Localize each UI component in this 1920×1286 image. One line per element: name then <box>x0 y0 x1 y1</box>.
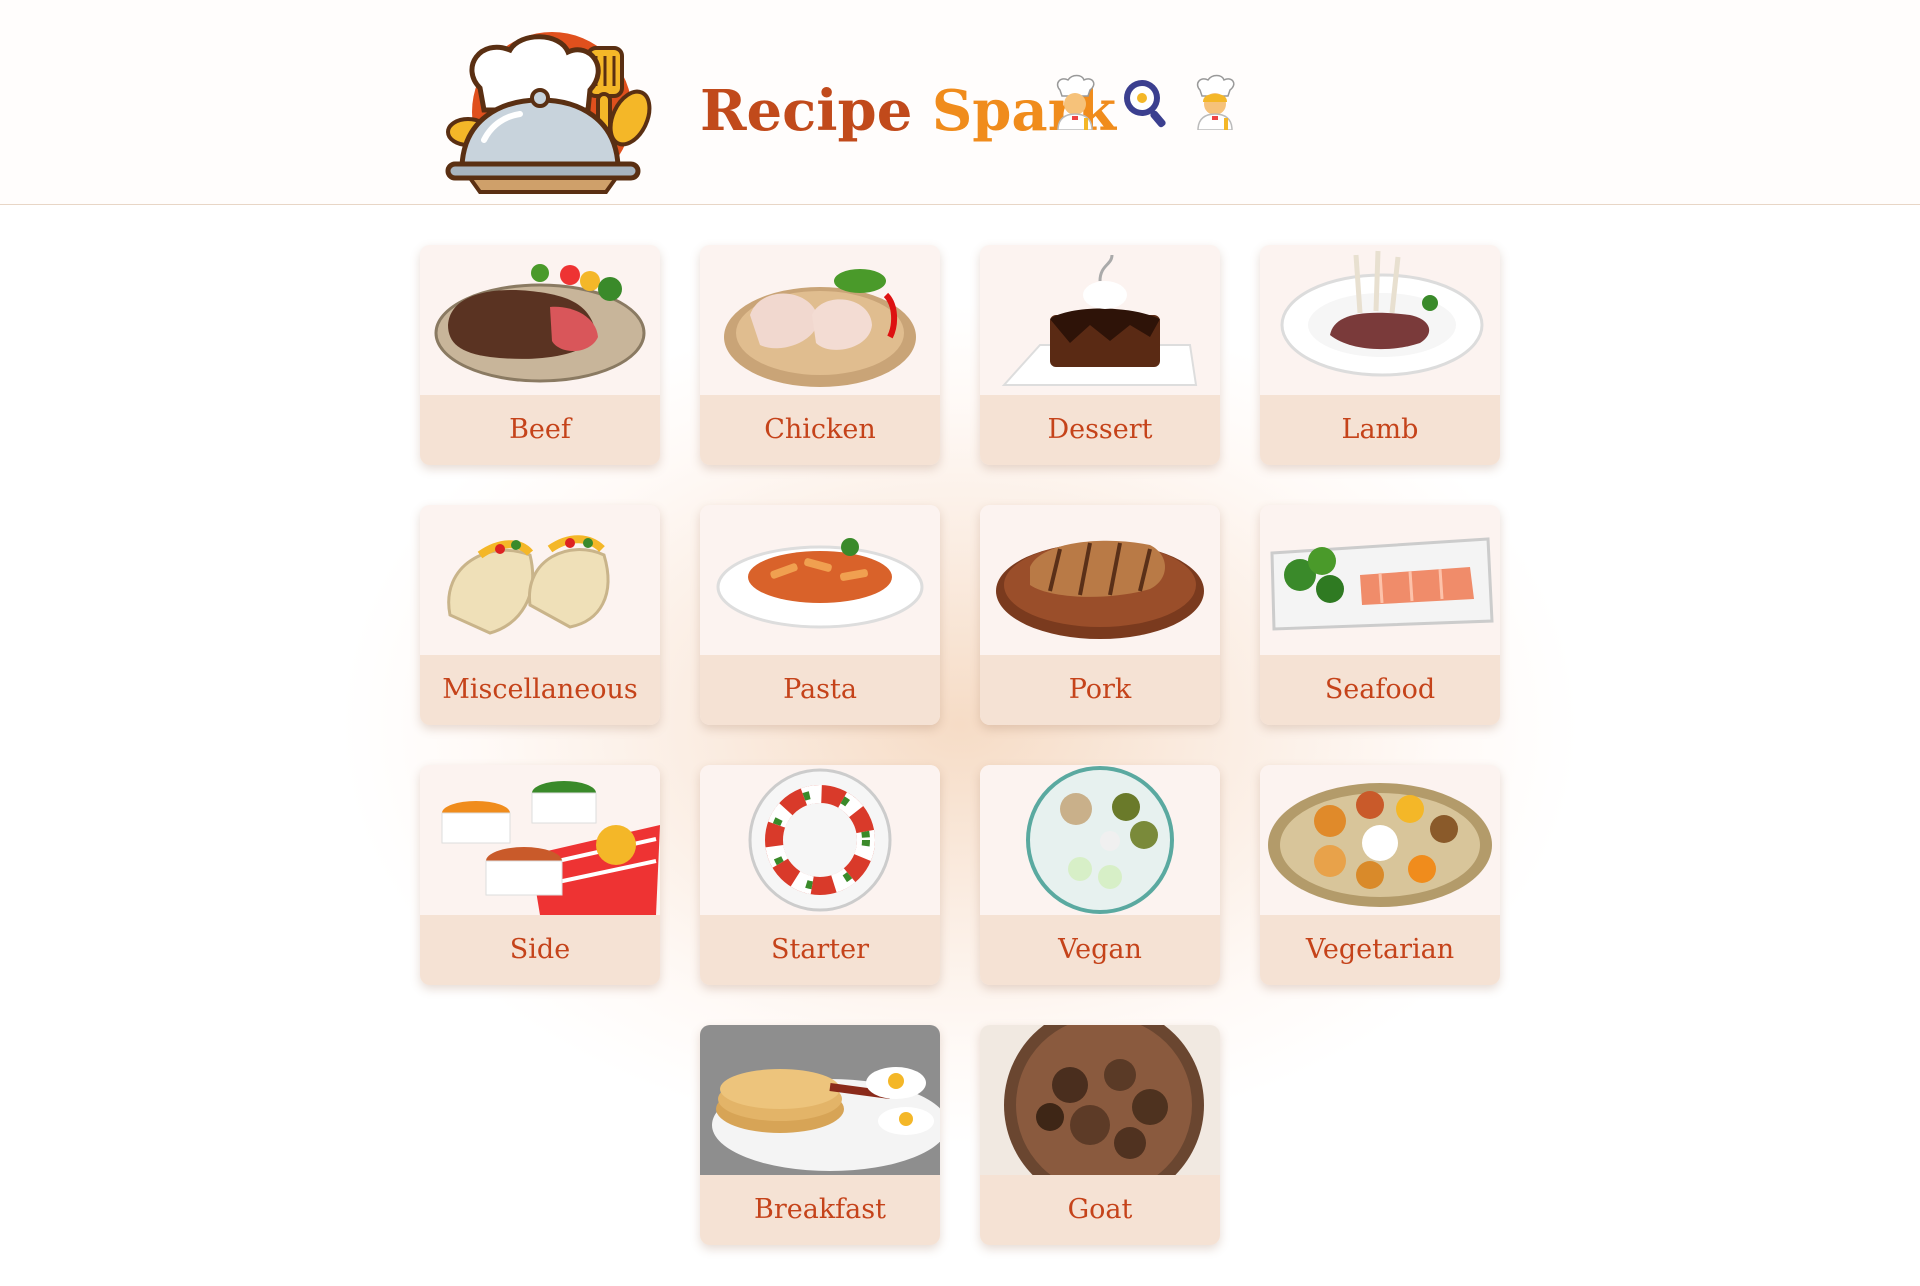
vegan-bowl-image[interactable] <box>980 765 1220 915</box>
category-card-vegan[interactable]: Vegan <box>980 765 1220 985</box>
category-section: Beef Chicken Dessert Lamb Miscellaneous Pasta… <box>0 205 1920 1286</box>
category-label[interactable]: Dessert <box>980 395 1220 465</box>
category-card-chicken[interactable]: Chicken <box>700 245 940 465</box>
chef-logo-icon[interactable] <box>440 28 664 200</box>
category-card-starter[interactable]: Starter <box>700 765 940 985</box>
category-card-goat[interactable]: Goat <box>980 1025 1220 1245</box>
category-label[interactable]: Breakfast <box>700 1175 940 1245</box>
header-emoji-row <box>1050 74 1240 130</box>
category-card-miscellaneous[interactable]: Miscellaneous <box>420 505 660 725</box>
tacos-image[interactable] <box>420 505 660 655</box>
category-label[interactable]: Miscellaneous <box>420 655 660 725</box>
category-label[interactable]: Goat <box>980 1175 1220 1245</box>
beef-steak-image[interactable] <box>420 245 660 395</box>
category-card-breakfast[interactable]: Breakfast <box>700 1025 940 1245</box>
man-cook-icon <box>1056 74 1095 130</box>
chicken-legs-image[interactable] <box>700 245 940 395</box>
pancakes-eggs-image[interactable] <box>700 1025 940 1175</box>
category-card-beef[interactable]: Beef <box>420 245 660 465</box>
app-title-word-1: Recipe <box>700 78 913 144</box>
category-card-pork[interactable]: Pork <box>980 505 1220 725</box>
lamb-chops-image[interactable] <box>1260 245 1500 395</box>
frying-pan-egg-icon <box>1124 80 1166 128</box>
category-label[interactable]: Lamb <box>1260 395 1500 465</box>
category-card-lamb[interactable]: Lamb <box>1260 245 1500 465</box>
category-label[interactable]: Vegetarian <box>1260 915 1500 985</box>
category-card-vegetarian[interactable]: Vegetarian <box>1260 765 1500 985</box>
category-label[interactable]: Chicken <box>700 395 940 465</box>
chocolate-cake-image[interactable] <box>980 245 1220 395</box>
category-card-side[interactable]: Side <box>420 765 660 985</box>
category-card-seafood[interactable]: Seafood <box>1260 505 1500 725</box>
caprese-salad-image[interactable] <box>700 765 940 915</box>
pork-chop-image[interactable] <box>980 505 1220 655</box>
thali-platter-image[interactable] <box>1260 765 1500 915</box>
category-label[interactable]: Pasta <box>700 655 940 725</box>
category-label[interactable]: Vegan <box>980 915 1220 985</box>
category-card-dessert[interactable]: Dessert <box>980 245 1220 465</box>
penne-pasta-image[interactable] <box>700 505 940 655</box>
category-label[interactable]: Side <box>420 915 660 985</box>
side-dishes-image[interactable] <box>420 765 660 915</box>
app-header: Recipe Spark <box>0 0 1920 205</box>
category-card-pasta[interactable]: Pasta <box>700 505 940 725</box>
category-label[interactable]: Beef <box>420 395 660 465</box>
category-label[interactable]: Pork <box>980 655 1220 725</box>
woman-cook-icon <box>1196 74 1235 130</box>
salmon-platter-image[interactable] <box>1260 505 1500 655</box>
category-label[interactable]: Starter <box>700 915 940 985</box>
category-grid: Beef Chicken Dessert Lamb Miscellaneous Pasta… <box>0 205 1920 1286</box>
goat-curry-image[interactable] <box>980 1025 1220 1175</box>
category-label[interactable]: Seafood <box>1260 655 1500 725</box>
